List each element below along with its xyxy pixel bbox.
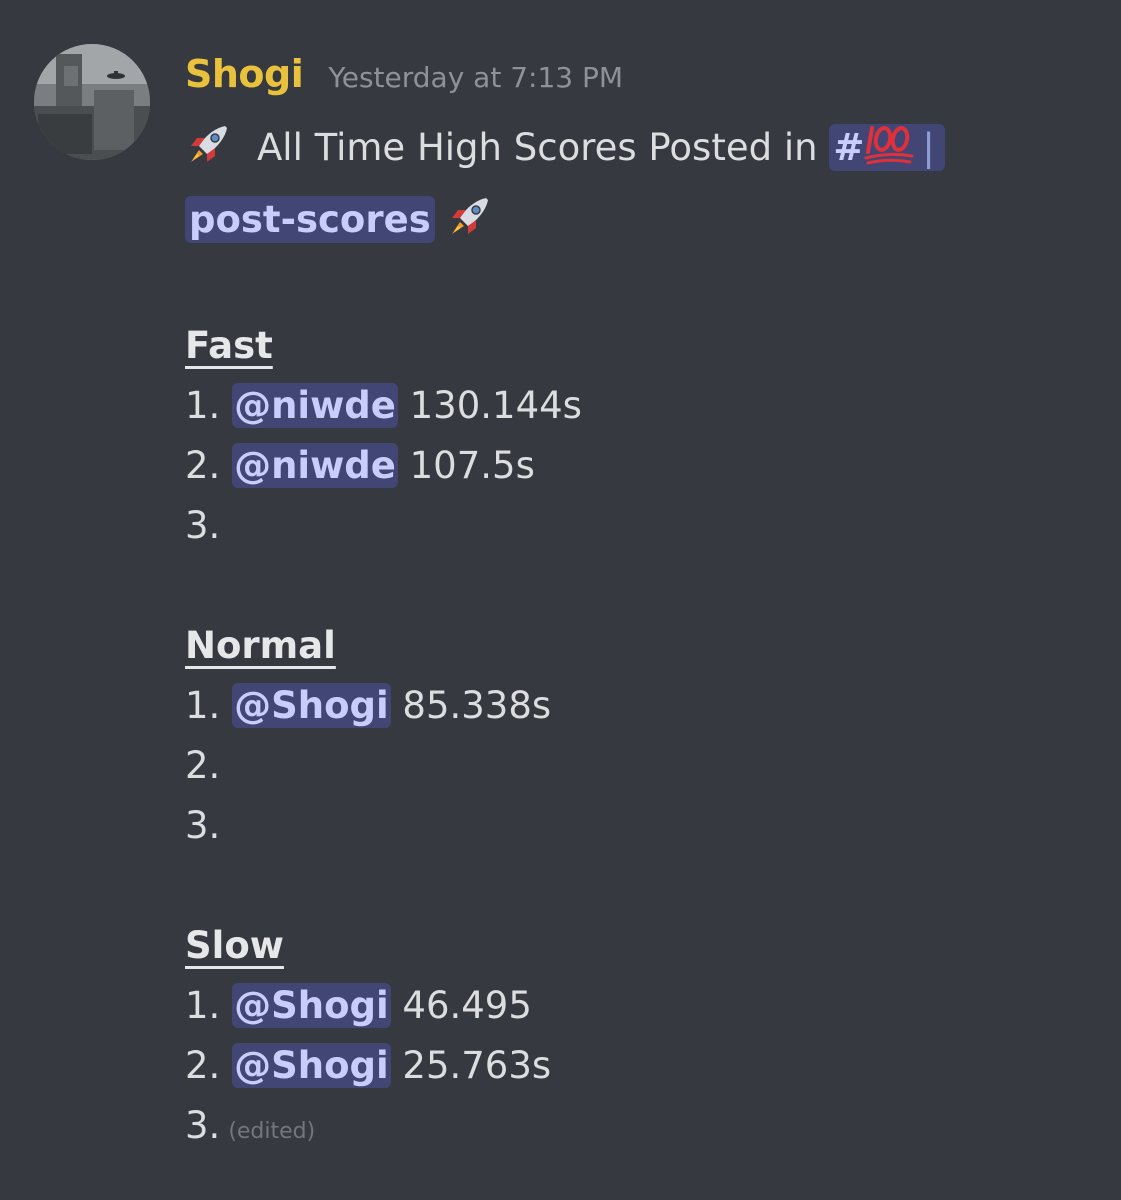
rocket-emoji-icon bbox=[185, 120, 233, 168]
author-username[interactable]: Shogi bbox=[185, 52, 304, 96]
hundred-points-emoji-icon bbox=[864, 118, 916, 165]
channel-mention[interactable]: # | bbox=[829, 124, 945, 171]
message-content: All Time High Scores Posted in # | post-… bbox=[185, 112, 1085, 1156]
edited-label: (edited) bbox=[228, 1119, 316, 1144]
entry-score: 130.144s bbox=[409, 384, 582, 427]
entry-score: 46.495 bbox=[402, 984, 532, 1027]
message-timestamp[interactable]: Yesterday at 7:13 PM bbox=[328, 61, 623, 94]
score-entry: 1. @Shogi 46.495 bbox=[185, 976, 1085, 1036]
section-title-normal: Normal bbox=[185, 624, 336, 667]
message-header: Shogi Yesterday at 7:13 PM bbox=[185, 52, 623, 108]
score-entry: 3. bbox=[185, 496, 1085, 556]
user-mention[interactable]: @niwde bbox=[232, 383, 398, 428]
score-entry: 1. @niwde 130.144s bbox=[185, 376, 1085, 436]
score-entry: 3. (edited) bbox=[185, 1096, 1085, 1156]
user-avatar[interactable] bbox=[34, 44, 150, 160]
entry-rank: 2. bbox=[185, 1044, 221, 1087]
score-entry: 1. @Shogi 85.338s bbox=[185, 676, 1085, 736]
section-heading: Normal bbox=[185, 616, 1085, 676]
user-mention[interactable]: @niwde bbox=[232, 443, 398, 488]
section-title-slow: Slow bbox=[185, 924, 284, 967]
score-entry: 2. @niwde 107.5s bbox=[185, 436, 1085, 496]
section-heading: Slow bbox=[185, 916, 1085, 976]
entry-rank: 1. bbox=[185, 684, 221, 727]
entry-rank: 1. bbox=[185, 984, 221, 1027]
entry-score: 85.338s bbox=[402, 684, 552, 727]
rocket-emoji-icon bbox=[446, 192, 494, 240]
channel-mention-name[interactable]: post-scores bbox=[185, 196, 435, 243]
chat-message: Shogi Yesterday at 7:13 PM All Time High… bbox=[0, 0, 1121, 1200]
entry-rank: 3. bbox=[185, 1104, 221, 1147]
entry-score: 107.5s bbox=[409, 444, 535, 487]
channel-hash: # bbox=[833, 126, 865, 169]
intro-line-2: post-scores bbox=[185, 184, 1085, 256]
entry-score: 25.763s bbox=[402, 1044, 552, 1087]
score-entry: 2. bbox=[185, 736, 1085, 796]
entry-rank: 2. bbox=[185, 444, 221, 487]
entry-rank: 3. bbox=[185, 804, 221, 847]
intro-line: All Time High Scores Posted in # | bbox=[185, 112, 1085, 184]
channel-separator: | bbox=[922, 126, 935, 169]
user-mention[interactable]: @Shogi bbox=[232, 1043, 391, 1088]
intro-text: All Time High Scores Posted in bbox=[257, 126, 818, 169]
score-entry: 3. bbox=[185, 796, 1085, 856]
entry-rank: 2. bbox=[185, 744, 221, 787]
user-mention[interactable]: @Shogi bbox=[232, 683, 391, 728]
entry-rank: 3. bbox=[185, 504, 221, 547]
user-mention[interactable]: @Shogi bbox=[232, 983, 391, 1028]
section-heading: Fast bbox=[185, 316, 1085, 376]
entry-rank: 1. bbox=[185, 384, 221, 427]
score-entry: 2. @Shogi 25.763s bbox=[185, 1036, 1085, 1096]
section-title-fast: Fast bbox=[185, 324, 273, 367]
